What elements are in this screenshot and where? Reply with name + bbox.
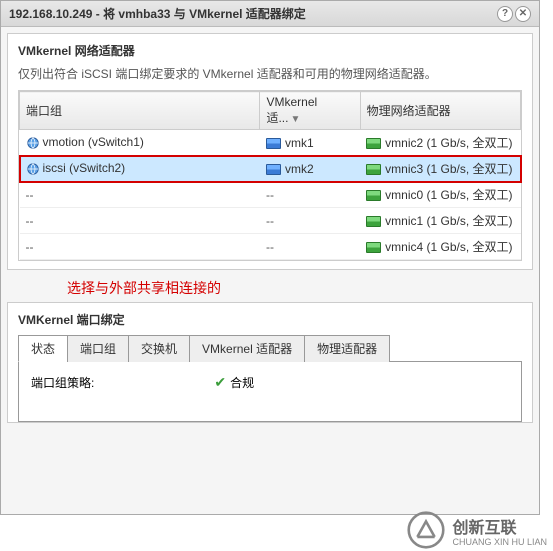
dialog-title: 192.168.10.249 - 将 vmhba33 与 VMkernel 适配… [9, 5, 306, 22]
cell-vmkernel: vmk1 [260, 130, 360, 156]
table-row[interactable]: iscsi (vSwitch2)vmk2vmnic3 (1 Gb/s, 全双工) [20, 156, 521, 182]
cell-portgroup: -- [20, 182, 260, 208]
table-row[interactable]: vmotion (vSwitch1)vmk1vmnic2 (1 Gb/s, 全双… [20, 130, 521, 156]
adapter-table-container: 端口组 VMkernel 适...▼ 物理网络适配器 vmotion (vSwi… [18, 90, 522, 261]
physical-nic-icon [366, 216, 381, 227]
branding: 创新互联 CHUANG XIN HU LIAN [404, 511, 547, 549]
vmk-nic-icon [266, 164, 281, 175]
table-row[interactable]: ----vmnic1 (1 Gb/s, 全双工) [20, 208, 521, 234]
section-description: 仅列出符合 iSCSI 端口绑定要求的 VMkernel 适配器和可用的物理网络… [18, 65, 522, 82]
cell-physical: vmnic4 (1 Gb/s, 全双工) [360, 234, 520, 260]
tab-4[interactable]: 物理适配器 [304, 335, 390, 362]
physical-nic-icon [366, 190, 381, 201]
brand-logo-icon [404, 511, 448, 549]
sort-icon: ▼ [290, 114, 300, 125]
section-title: VMkernel 网络适配器 [18, 42, 522, 59]
cell-portgroup: iscsi (vSwitch2) [20, 156, 260, 182]
titlebar-buttons: ? ✕ [497, 6, 531, 22]
table-header-row: 端口组 VMkernel 适...▼ 物理网络适配器 [20, 92, 521, 130]
titlebar: 192.168.10.249 - 将 vmhba33 与 VMkernel 适配… [1, 1, 539, 27]
port-binding-section: VMKernel 端口绑定 状态端口组交换机VMkernel 适配器物理适配器 … [7, 302, 533, 423]
portgroup-icon [26, 162, 40, 176]
cell-portgroup: -- [20, 208, 260, 234]
cell-vmkernel: -- [260, 234, 360, 260]
col-vmkernel[interactable]: VMkernel 适...▼ [260, 92, 360, 130]
cell-portgroup: vmotion (vSwitch1) [20, 130, 260, 156]
annotation-text: 选择与外部共享相连接的 [67, 278, 533, 298]
tabs-bar: 状态端口组交换机VMkernel 适配器物理适配器 [18, 334, 522, 362]
brand-name: 创新互联 [452, 514, 547, 538]
cell-physical: vmnic0 (1 Gb/s, 全双工) [360, 182, 520, 208]
cell-physical: vmnic1 (1 Gb/s, 全双工) [360, 208, 520, 234]
physical-nic-icon [366, 138, 381, 149]
network-adapters-section: VMkernel 网络适配器 仅列出符合 iSCSI 端口绑定要求的 VMker… [7, 33, 533, 270]
policy-value: ✔合规 [214, 374, 254, 391]
help-button[interactable]: ? [497, 6, 513, 22]
table-row[interactable]: ----vmnic4 (1 Gb/s, 全双工) [20, 234, 521, 260]
brand-text-block: 创新互联 CHUANG XIN HU LIAN [452, 514, 547, 547]
cell-physical: vmnic2 (1 Gb/s, 全双工) [360, 130, 520, 156]
tab-2[interactable]: 交换机 [128, 335, 190, 362]
dialog-content: VMkernel 网络适配器 仅列出符合 iSCSI 端口绑定要求的 VMker… [1, 27, 539, 435]
physical-nic-icon [366, 242, 381, 253]
policy-row: 端口组策略: ✔合规 [31, 374, 509, 391]
policy-label: 端口组策略: [31, 374, 94, 391]
col-portgroup[interactable]: 端口组 [20, 92, 260, 130]
physical-nic-icon [366, 164, 381, 175]
col-physical[interactable]: 物理网络适配器 [360, 92, 520, 130]
tab-3[interactable]: VMkernel 适配器 [189, 335, 305, 362]
cell-vmkernel: -- [260, 208, 360, 234]
tab-content-status: 端口组策略: ✔合规 [18, 362, 522, 422]
brand-subtitle: CHUANG XIN HU LIAN [452, 538, 547, 547]
cell-portgroup: -- [20, 234, 260, 260]
check-icon: ✔ [214, 374, 226, 390]
cell-vmkernel: -- [260, 182, 360, 208]
vmk-nic-icon [266, 138, 281, 149]
portgroup-icon [26, 136, 40, 150]
tab-1[interactable]: 端口组 [67, 335, 129, 362]
section-title-2: VMKernel 端口绑定 [18, 311, 522, 328]
cell-physical: vmnic3 (1 Gb/s, 全双工) [360, 156, 520, 182]
tab-0[interactable]: 状态 [18, 335, 68, 362]
cell-vmkernel: vmk2 [260, 156, 360, 182]
dialog: 192.168.10.249 - 将 vmhba33 与 VMkernel 适配… [0, 0, 540, 515]
close-button[interactable]: ✕ [515, 6, 531, 22]
adapter-table: 端口组 VMkernel 适...▼ 物理网络适配器 vmotion (vSwi… [19, 91, 521, 260]
table-row[interactable]: ----vmnic0 (1 Gb/s, 全双工) [20, 182, 521, 208]
